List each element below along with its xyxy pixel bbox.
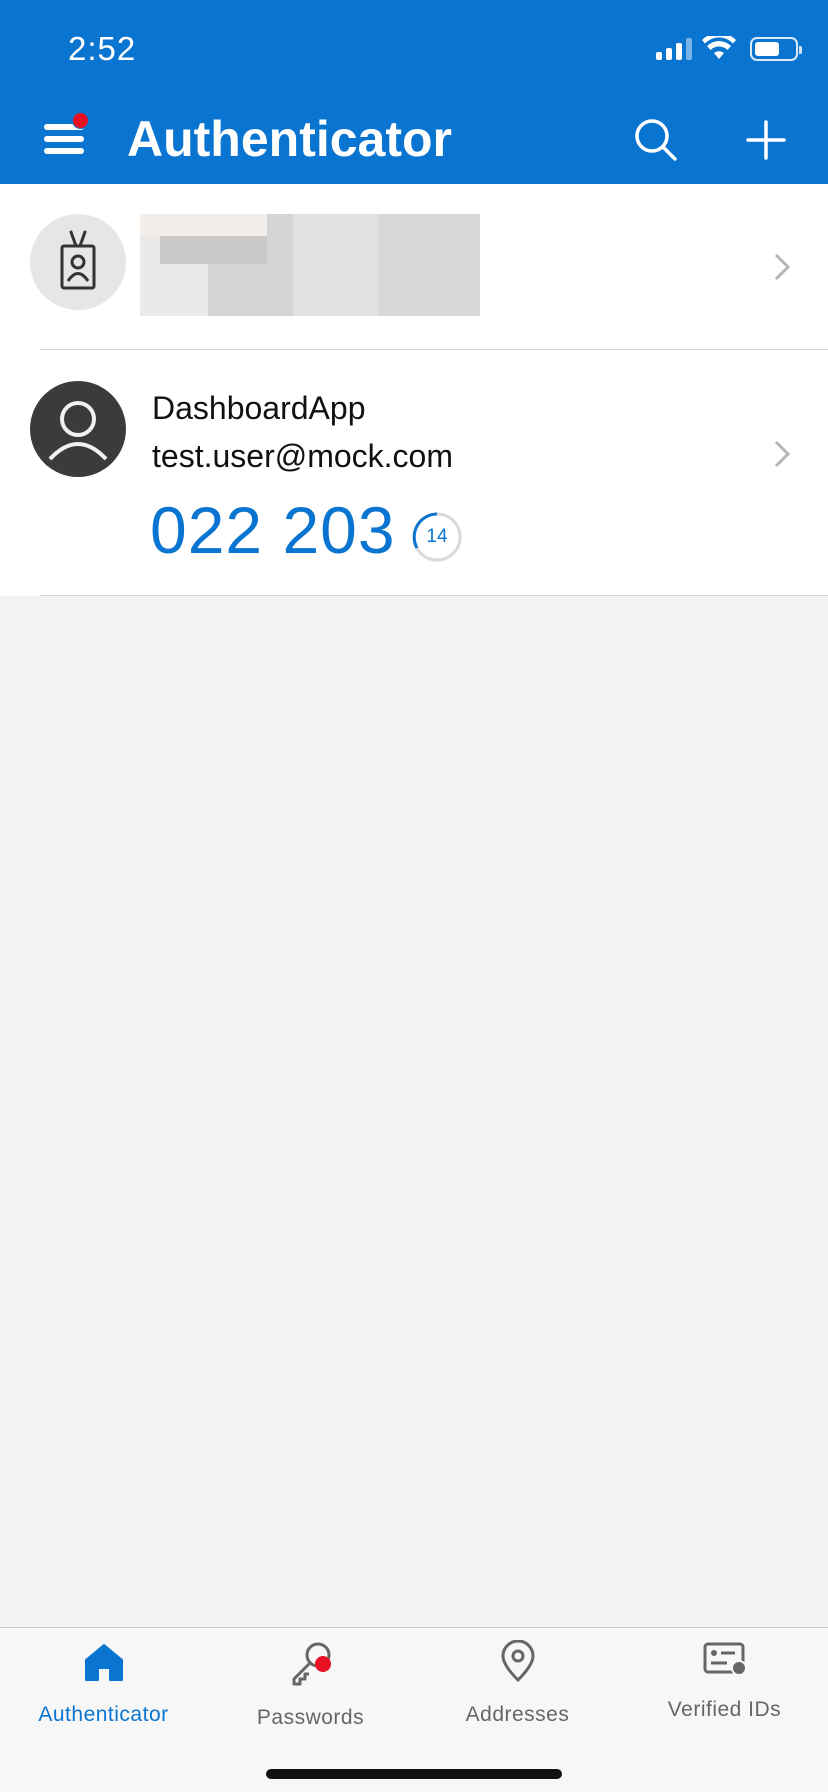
account-list: DashboardApp test.user@mock.com 022 203 … (0, 184, 828, 596)
tab-label: Passwords (256, 1706, 365, 1729)
timer-seconds: 14 (426, 526, 448, 547)
bottom-tab-bar: Authenticator Passwords Addresses Verifi… (0, 1627, 828, 1792)
plus-icon (746, 120, 786, 160)
tab-authenticator[interactable]: Authenticator (0, 1628, 207, 1748)
wifi-icon (702, 36, 736, 59)
home-icon (84, 1644, 123, 1681)
id-badge-icon (60, 230, 96, 290)
verified-id-card-icon (703, 1642, 747, 1676)
menu-button[interactable] (40, 112, 89, 160)
account-email: test.user@mock.com (152, 438, 453, 474)
code-timer: 14 (410, 510, 464, 564)
tab-addresses[interactable]: Addresses (414, 1628, 621, 1748)
avatar (30, 214, 126, 310)
battery-icon (750, 37, 802, 61)
account-name: DashboardApp (152, 390, 366, 426)
key-icon (292, 1642, 331, 1686)
divider (40, 595, 828, 596)
search-icon (635, 119, 677, 161)
tab-passwords[interactable]: Passwords (207, 1628, 414, 1748)
person-icon (48, 401, 108, 461)
app-header: 2:52 Authenticator (0, 0, 828, 184)
cellular-signal-icon (656, 38, 692, 60)
chevron-right-icon (774, 440, 791, 468)
authenticator-screen: 2:52 Authenticator DashboardApp test.use… (0, 0, 828, 1792)
tab-label: Verified IDs (667, 1698, 782, 1721)
status-time: 2:52 (68, 30, 137, 67)
home-indicator (266, 1769, 562, 1779)
notification-dot (72, 112, 89, 129)
one-time-code[interactable]: 022 203 (150, 492, 396, 568)
page-title: Authenticator (127, 111, 452, 167)
tab-label: Addresses (465, 1703, 570, 1726)
avatar (30, 381, 126, 477)
account-item-redacted[interactable] (0, 184, 828, 350)
add-account-button[interactable] (742, 116, 790, 164)
status-icons (656, 34, 802, 64)
tab-verified-ids[interactable]: Verified IDs (621, 1628, 828, 1748)
search-button[interactable] (632, 116, 680, 164)
account-item-dashboardapp[interactable]: DashboardApp test.user@mock.com 022 203 … (0, 350, 828, 596)
chevron-right-icon (774, 253, 791, 281)
tab-label: Authenticator (38, 1703, 169, 1726)
location-pin-icon (500, 1640, 535, 1683)
